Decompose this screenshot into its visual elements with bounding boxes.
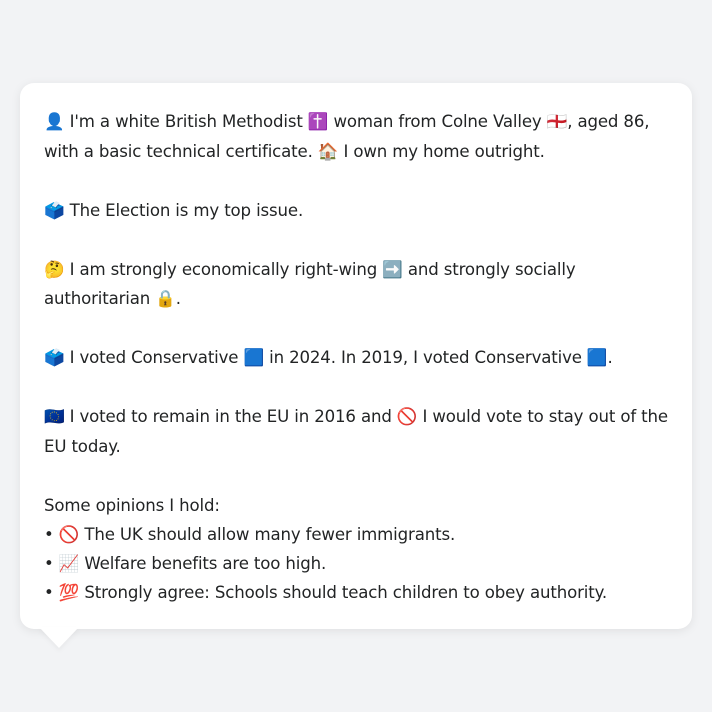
opinion-item: • 💯 Strongly agree: Schools should teach…: [44, 583, 608, 602]
bubble-tail: [39, 627, 79, 648]
ideology-line-2: authoritarian 🔒.: [44, 289, 181, 308]
ideology-paragraph: 🤔 I am strongly economically right-wing …: [44, 255, 668, 314]
eu-line-2: EU today.: [44, 436, 121, 456]
top-issue-paragraph: 🗳️ The Election is my top issue.: [44, 200, 304, 220]
opinion-item: • 🚫 The UK should allow many fewer immig…: [44, 525, 456, 544]
identity-paragraph: 👤 I'm a white British Methodist ✝️ woman…: [44, 107, 668, 166]
opinion-item: • 📈 Welfare benefits are too high.: [44, 554, 327, 573]
persona-message-bubble: 👤 I'm a white British Methodist ✝️ woman…: [20, 83, 692, 629]
opinions-heading: Some opinions I hold:: [44, 495, 220, 515]
eu-paragraph: 🇪🇺 I voted to remain in the EU in 2016 a…: [44, 402, 668, 461]
identity-line-2: with a basic technical certificate. 🏠 I …: [44, 141, 545, 161]
ideology-line-1: 🤔 I am strongly economically right-wing …: [44, 259, 576, 279]
opinions-list: • 🚫 The UK should allow many fewer immig…: [44, 520, 668, 607]
eu-line-1: 🇪🇺 I voted to remain in the EU in 2016 a…: [44, 407, 668, 426]
identity-line-1: 👤 I'm a white British Methodist ✝️ woman…: [44, 112, 650, 131]
voting-history-paragraph: 🗳️ I voted Conservative 🟦 in 2024. In 20…: [44, 348, 613, 367]
